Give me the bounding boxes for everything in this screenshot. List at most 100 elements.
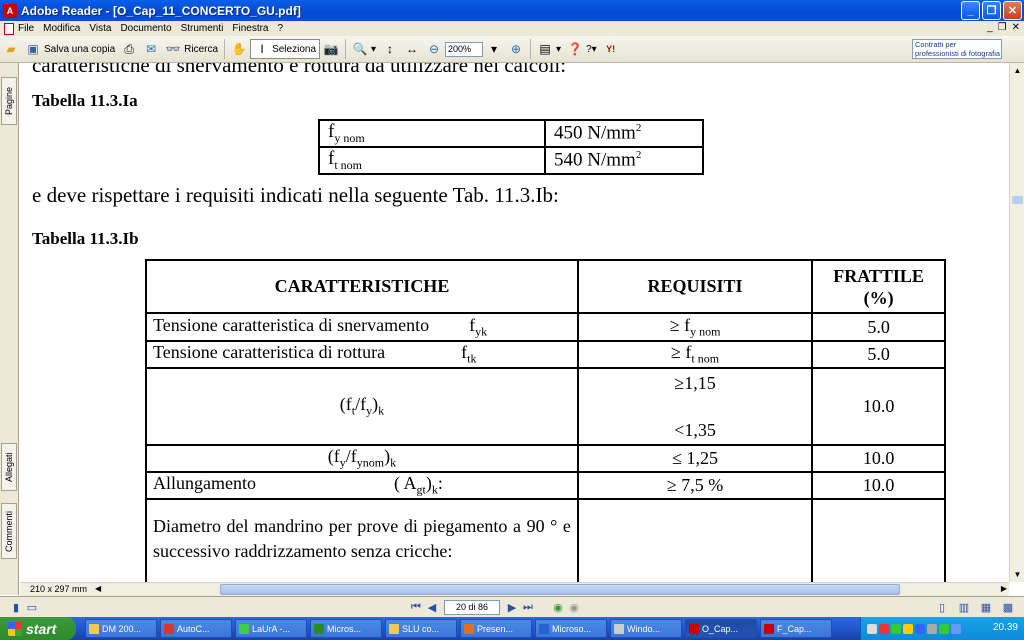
help-button[interactable]: ❓ ?▾ <box>564 38 600 60</box>
zoom-in-button[interactable]: ⊕ <box>505 38 527 60</box>
start-button[interactable]: start <box>0 617 76 640</box>
open-button[interactable]: ▰ <box>0 38 22 60</box>
scroll-up-arrow[interactable]: ▲ <box>1010 63 1024 78</box>
tray-icon[interactable] <box>903 623 913 634</box>
chevron-down-icon: ▾ <box>491 42 498 56</box>
taskbar-item[interactable]: SLU co... <box>385 619 457 638</box>
zoom-level-field[interactable]: 200% <box>445 41 484 57</box>
tray-icon[interactable] <box>927 623 937 634</box>
row-label: Diametro del mandrino per prove di piega… <box>145 497 579 582</box>
navigation-panel: Pagine Allegati Commenti <box>0 63 19 595</box>
taskbar-item[interactable]: LaUrA -... <box>235 619 307 638</box>
save-copy-label: Salva una copia <box>44 43 116 55</box>
continuous-view-icon[interactable]: ▥ <box>956 599 972 615</box>
fit-height-button[interactable]: ↕ <box>379 38 401 60</box>
ad-banner[interactable]: Contratti per professionisti di fotograf… <box>912 39 1002 59</box>
taskbar-item[interactable]: AutoC... <box>160 619 232 638</box>
horizontal-scrollbar[interactable]: 210 x 297 mm ◀ ▶ <box>20 582 1009 596</box>
fit-width-button[interactable]: ↔ <box>401 38 423 60</box>
last-page-button[interactable]: ⏭ <box>520 599 536 615</box>
doc-close-button[interactable]: ✕ <box>1012 22 1020 33</box>
hand-tool-button[interactable]: ✋ <box>228 38 250 60</box>
zoom-out-button[interactable]: ⊖ <box>423 38 445 60</box>
scrollbar-thumb[interactable] <box>1012 196 1023 204</box>
tab-commenti[interactable]: Commenti <box>1 503 17 559</box>
scroll-right-arrow[interactable]: ▶ <box>1001 584 1007 593</box>
value: 450 N/mm <box>554 122 636 144</box>
taskbar-item[interactable]: DM 200... <box>85 619 157 638</box>
tab-allegati[interactable]: Allegati <box>1 443 17 491</box>
doc-minimize-button[interactable]: _ <box>987 22 993 33</box>
adobe-reader-icon: A <box>3 3 17 18</box>
tray-icon[interactable] <box>867 623 877 634</box>
taskbar-item[interactable]: Presen... <box>460 619 532 638</box>
menu-vista[interactable]: Vista <box>89 23 111 34</box>
menu-strumenti[interactable]: Strumenti <box>181 23 224 34</box>
window-title: Adobe Reader - [O_Cap_11_CONCERTO_GU.pdf… <box>21 3 301 18</box>
select-tool-button[interactable]: I Seleziona <box>250 39 320 59</box>
folder-icon: ▰ <box>6 42 16 56</box>
snapshot-button[interactable]: 📷 <box>320 38 342 60</box>
previous-page-button[interactable]: ◀ <box>424 599 440 615</box>
taskbar-item[interactable]: F_Cap... <box>760 619 832 638</box>
select-label: Seleziona <box>272 43 316 55</box>
page-layout-button[interactable]: ▤ ▾ <box>534 38 564 60</box>
value: 540 N/mm <box>554 149 636 171</box>
vertical-scrollbar[interactable]: ▲ ▼ <box>1009 63 1024 582</box>
table-row: ft nom 540 N/mm2 <box>318 145 704 175</box>
go-back-button[interactable]: ◉ <box>550 599 566 615</box>
single-page-view-icon[interactable]: ▯ <box>934 599 950 615</box>
restore-button[interactable]: ❐ <box>982 1 1001 20</box>
email-button[interactable]: ✉ <box>140 38 162 60</box>
row-requirement-sub: y nom <box>690 324 721 339</box>
menu-finestra[interactable]: Finestra <box>232 23 268 34</box>
pdf-document-icon[interactable] <box>4 22 14 35</box>
tray-icon[interactable] <box>891 623 901 634</box>
facing-view-icon[interactable]: ▦ <box>978 599 994 615</box>
volume-icon[interactable] <box>951 623 961 634</box>
clock[interactable]: 20.39 <box>993 622 1018 633</box>
pdf-icon <box>764 623 774 634</box>
horizontal-scrollbar-thumb[interactable] <box>220 584 900 595</box>
printer-icon: ⎙ <box>124 41 134 56</box>
yahoo-button[interactable]: Y! <box>600 38 622 60</box>
zoom-dropdown[interactable]: ▾ <box>483 38 505 60</box>
first-page-button[interactable]: ⏮ <box>408 599 424 615</box>
close-button[interactable]: ✕ <box>1003 1 1022 20</box>
scroll-down-arrow[interactable]: ▼ <box>1010 567 1024 582</box>
next-page-button[interactable]: ▶ <box>504 599 520 615</box>
taskbar-item-active[interactable]: O_Cap... <box>685 619 757 638</box>
menu-documento[interactable]: Documento <box>120 23 171 34</box>
minimize-button[interactable]: _ <box>961 1 980 20</box>
tab-pagine[interactable]: Pagine <box>1 77 17 125</box>
heading-table-b: Tabella 11.3.Ib <box>32 229 139 248</box>
menu-help[interactable]: ? <box>278 23 284 34</box>
search-button[interactable]: 👓 Ricerca <box>162 38 221 60</box>
panel-toggle-icon[interactable]: ▮ <box>8 599 24 615</box>
excel-icon <box>314 623 324 634</box>
zoom-in-tool-button[interactable]: 🔍 ▾ <box>349 38 379 60</box>
document-info-icon[interactable]: ▭ <box>24 599 40 615</box>
status-bar: ▮ ▭ ⏮ ◀ 20 di 86 ▶ ⏭ ◉ ◉ ▯ ▥ ▦ ▩ <box>0 596 1024 617</box>
scroll-left-arrow[interactable]: ◀ <box>95 584 101 593</box>
taskbar-item[interactable]: Micros... <box>310 619 382 638</box>
menu-file[interactable]: File <box>18 23 34 34</box>
go-forward-button[interactable]: ◉ <box>566 599 582 615</box>
continuous-facing-view-icon[interactable]: ▩ <box>1000 599 1016 615</box>
taskbar-item[interactable]: Microso... <box>535 619 607 638</box>
save-copy-button[interactable]: ▣ Salva una copia <box>22 38 118 60</box>
print-button[interactable]: ⎙ <box>118 38 140 60</box>
tray-icon[interactable] <box>915 623 925 634</box>
doc-restore-button[interactable]: ❐ <box>998 22 1007 33</box>
row-label: Tensione caratteristica di rottura <box>153 342 386 363</box>
tray-icon[interactable] <box>879 623 889 634</box>
menu-modifica[interactable]: Modifica <box>43 23 80 34</box>
value-superscript: 2 <box>635 149 642 162</box>
tray-icon[interactable] <box>939 623 949 634</box>
document-view[interactable]: caratteristiche di snervamento e rottura… <box>20 63 1009 582</box>
plus-circle-icon: ⊕ <box>511 42 522 56</box>
page-number-field[interactable]: 20 di 86 <box>444 599 500 615</box>
taskbar-item[interactable]: Windo... <box>610 619 682 638</box>
document-window-controls: _ ❐ ✕ <box>987 22 1020 33</box>
toolbar-separator <box>345 39 346 59</box>
